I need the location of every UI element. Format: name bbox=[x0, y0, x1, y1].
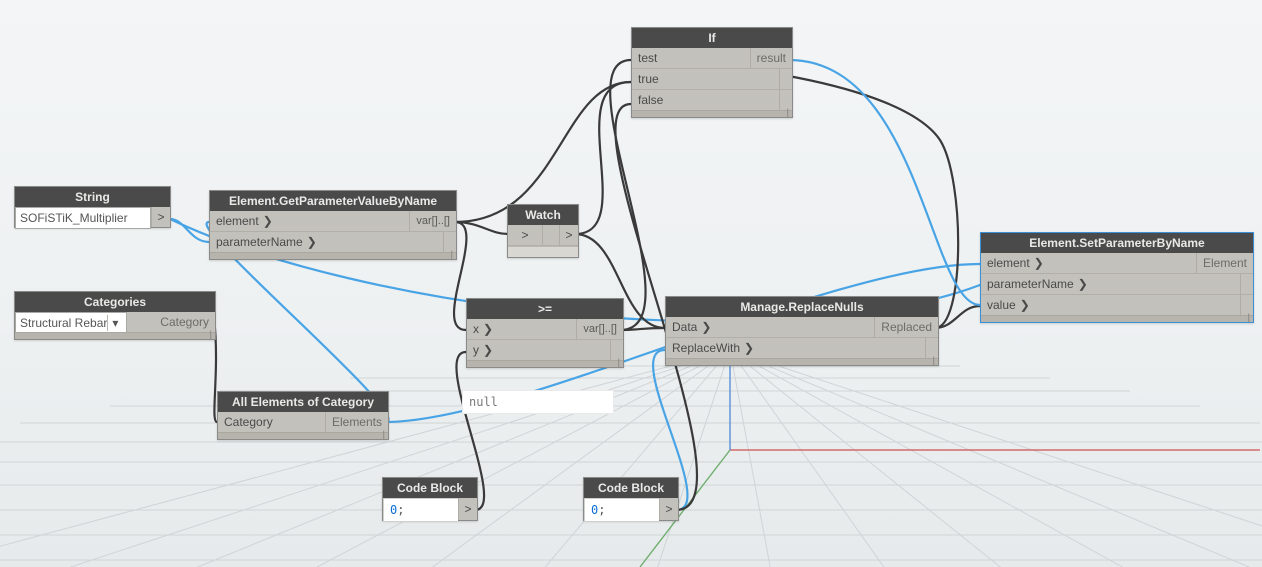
node-footer bbox=[467, 360, 623, 367]
input-port-y[interactable]: y❯ bbox=[467, 340, 611, 360]
node-code-block-1[interactable]: Code Block 0; > bbox=[382, 477, 478, 521]
input-port-true[interactable]: true bbox=[632, 69, 780, 89]
node-footer bbox=[981, 315, 1253, 322]
chevron-right-icon[interactable]: ❯ bbox=[479, 343, 493, 357]
node-all-elements-of-category[interactable]: All Elements of Category Category Elemen… bbox=[217, 391, 389, 440]
input-port-parametername[interactable]: parameterName❯ bbox=[981, 274, 1241, 294]
input-port-data[interactable]: Data❯ bbox=[666, 317, 875, 337]
code-input[interactable]: 0; bbox=[584, 498, 659, 522]
input-port-test[interactable]: test bbox=[632, 48, 751, 68]
chevron-right-icon[interactable]: ❯ bbox=[479, 322, 493, 336]
output-port[interactable]: > bbox=[659, 498, 678, 520]
input-port-parametername[interactable]: parameterName❯ bbox=[210, 232, 444, 252]
output-port-elements[interactable]: Elements bbox=[326, 412, 388, 432]
chevron-right-icon[interactable]: ❯ bbox=[697, 320, 711, 334]
null-preview-note: null bbox=[462, 390, 614, 414]
chevron-right-icon[interactable]: ❯ bbox=[1016, 298, 1030, 312]
output-port[interactable]: > bbox=[559, 225, 578, 245]
node-title: Manage.ReplaceNulls bbox=[666, 297, 938, 317]
node-title: If bbox=[632, 28, 792, 48]
code-input[interactable]: 0; bbox=[383, 498, 458, 522]
input-port-replacewith[interactable]: ReplaceWith❯ bbox=[666, 338, 926, 358]
node-title: >= bbox=[467, 299, 623, 319]
node-set-parameter-by-name[interactable]: Element.SetParameterByName element❯ Elem… bbox=[980, 232, 1254, 323]
node-categories[interactable]: Categories Structural Rebar ▾ Category bbox=[14, 291, 216, 340]
categories-dropdown[interactable]: Structural Rebar bbox=[20, 315, 107, 331]
input-port-element[interactable]: element❯ bbox=[981, 253, 1197, 273]
input-port-false[interactable]: false bbox=[632, 90, 780, 110]
node-title: All Elements of Category bbox=[218, 392, 388, 412]
input-port-value[interactable]: value❯ bbox=[981, 295, 1241, 315]
node-string[interactable]: String SOFiSTiK_Multiplier > bbox=[14, 186, 171, 228]
string-value-input[interactable]: SOFiSTiK_Multiplier bbox=[15, 207, 151, 229]
watch-preview bbox=[508, 246, 578, 257]
node-footer bbox=[15, 332, 215, 339]
node-footer bbox=[210, 252, 456, 259]
chevron-right-icon[interactable]: ❯ bbox=[303, 235, 317, 249]
node-title: Code Block bbox=[584, 478, 678, 498]
output-port-replaced[interactable]: Replaced bbox=[875, 317, 938, 337]
output-port[interactable]: > bbox=[458, 498, 477, 520]
node-footer bbox=[632, 110, 792, 117]
chevron-right-icon[interactable]: ❯ bbox=[740, 341, 754, 355]
input-port-element[interactable]: element❯ bbox=[210, 211, 410, 231]
chevron-down-icon[interactable]: ▾ bbox=[107, 315, 122, 331]
output-port-var[interactable]: var[]..[] bbox=[410, 211, 456, 231]
node-title: Element.SetParameterByName bbox=[981, 233, 1253, 253]
node-title: Code Block bbox=[383, 478, 477, 498]
node-replace-nulls[interactable]: Manage.ReplaceNulls Data❯ Replaced Repla… bbox=[665, 296, 939, 366]
node-greater-equal[interactable]: >= x❯ var[]..[] y❯ bbox=[466, 298, 624, 368]
input-port-x[interactable]: x❯ bbox=[467, 319, 577, 339]
chevron-right-icon[interactable]: ❯ bbox=[259, 214, 273, 228]
chevron-right-icon[interactable]: ❯ bbox=[1074, 277, 1088, 291]
output-port[interactable]: Category bbox=[127, 312, 215, 332]
node-title: Categories bbox=[15, 292, 215, 312]
input-port[interactable]: > bbox=[508, 225, 543, 245]
output-port-element[interactable]: Element bbox=[1197, 253, 1253, 273]
node-title: String bbox=[15, 187, 170, 207]
node-title: Watch bbox=[508, 205, 578, 225]
node-footer bbox=[218, 432, 388, 439]
input-port-category[interactable]: Category bbox=[218, 412, 326, 432]
node-code-block-2[interactable]: Code Block 0; > bbox=[583, 477, 679, 521]
output-port[interactable]: > bbox=[151, 207, 170, 227]
node-watch[interactable]: Watch > > bbox=[507, 204, 579, 258]
node-title: Element.GetParameterValueByName bbox=[210, 191, 456, 211]
node-footer bbox=[666, 358, 938, 365]
output-port-var[interactable]: var[]..[] bbox=[577, 319, 623, 339]
node-if[interactable]: If test result true false bbox=[631, 27, 793, 118]
output-port-result[interactable]: result bbox=[751, 48, 792, 68]
chevron-right-icon[interactable]: ❯ bbox=[1030, 256, 1044, 270]
node-get-parameter-value-by-name[interactable]: Element.GetParameterValueByName element❯… bbox=[209, 190, 457, 260]
